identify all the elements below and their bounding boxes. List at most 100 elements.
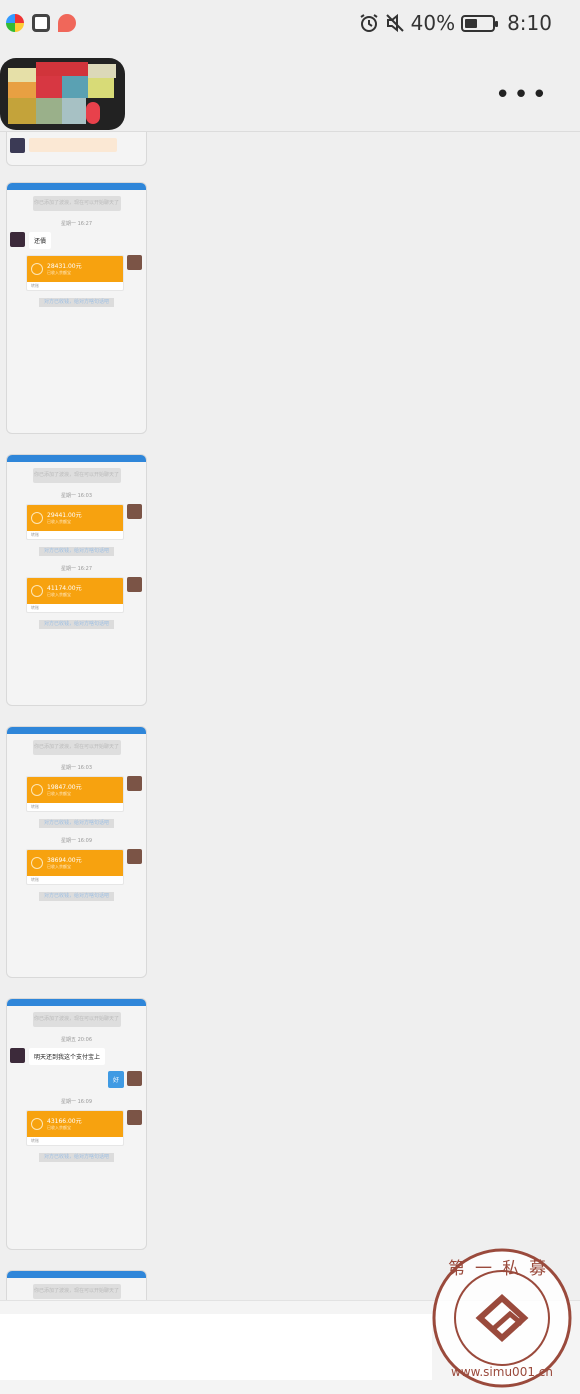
chat-screenshot[interactable]: 你已添加了波浪，现在可以开始聊天了星期一 16:03 19847.00元 已收入余额… — [6, 726, 147, 978]
transfer-row: 41174.00元 已收入余额宝转账 — [7, 577, 146, 615]
message-bubble — [29, 138, 117, 152]
screenshot-titlebar — [7, 183, 146, 190]
mute-icon — [385, 13, 404, 33]
battery-percent: 40% — [410, 11, 456, 35]
transfer-row: 43166.00元 已收入余额宝转账 — [7, 1110, 146, 1148]
avatar — [127, 1071, 142, 1086]
transfer-icon — [31, 512, 43, 524]
transfer-row: 38694.00元 已收入余额宝 转账 — [7, 849, 146, 887]
clock: 8:10 — [507, 11, 552, 35]
timestamp: 星期一 16:27 — [61, 566, 92, 572]
received-tip: 对方已收钱，给对方啥句话吧 — [39, 892, 114, 901]
transfer-amount: 43166.00元 — [47, 1117, 82, 1125]
chat-screenshot[interactable]: 你已添加了波浪，现在可以开始聊天了 — [6, 1270, 147, 1300]
transfer-status: 已收入余额宝 — [47, 863, 71, 869]
alarm-icon — [360, 14, 378, 32]
avatar — [127, 1110, 142, 1125]
transfer-card: 38694.00元 已收入余额宝 转账 — [26, 849, 124, 885]
received-tip: 对方已收钱，给对方啥句话吧 — [39, 620, 114, 629]
timestamp: 星期一 16:09 — [61, 838, 92, 844]
message-row: 明天还到我这个支付宝上 — [7, 1048, 146, 1066]
app-notification-icon — [32, 14, 50, 32]
location-notification-icon — [58, 14, 76, 32]
message-bubble: 明天还到我这个支付宝上 — [29, 1048, 106, 1065]
status-bar: 40% 8:10 — [0, 0, 580, 52]
system-message: 你已添加了波浪，现在可以开始聊天了 — [32, 1284, 121, 1299]
transfer-label: 转账 — [31, 605, 39, 610]
transfer-amount: 41174.00元 — [47, 584, 82, 592]
transfer-amount: 28431.00元 — [47, 262, 82, 270]
transfer-row: 28431.00元 已收入余额宝转账 — [7, 255, 146, 293]
screenshot-titlebar — [7, 455, 146, 462]
transfer-icon — [31, 263, 43, 275]
timestamp: 星期一 16:03 — [61, 493, 92, 499]
transfer-icon — [31, 1118, 43, 1130]
avatar — [127, 504, 142, 519]
screenshot-titlebar — [7, 999, 146, 1006]
chat-screenshot-partial[interactable] — [6, 132, 147, 166]
received-tip: 对方已收钱，给对方啥句话吧 — [39, 547, 114, 556]
transfer-label: 转账 — [31, 532, 39, 537]
transfer-status: 已收入余额宝 — [47, 518, 71, 524]
transfer-amount: 29441.00元 — [47, 511, 82, 519]
svg-text:第一私募: 第一私募 — [448, 1259, 556, 1279]
transfer-label: 转账 — [31, 1138, 39, 1143]
transfer-status: 已收入余额宝 — [47, 790, 71, 796]
avatar — [10, 1048, 25, 1063]
chat-screenshot[interactable]: 你已添加了波浪，现在可以开始聊天了星期一 16:03 29441.00元 已收入余额… — [6, 454, 147, 706]
transfer-card: 19847.00元 已收入余额宝转账 — [26, 776, 124, 812]
transfer-label: 转账 — [31, 877, 39, 882]
watermark-stamp: 第一私募 www.simu001.cn — [432, 1248, 572, 1388]
notification-icons — [6, 14, 76, 32]
transfer-amount: 19847.00元 — [47, 783, 82, 791]
transfer-icon — [31, 857, 43, 869]
transfer-row: 19847.00元 已收入余额宝转账 — [7, 776, 146, 814]
transfer-status: 已收入余额宝 — [47, 591, 71, 597]
status-right: 40% 8:10 — [359, 11, 552, 35]
screenshot-titlebar — [7, 1271, 146, 1278]
chat-header: ••• — [0, 52, 580, 132]
avatar — [127, 255, 142, 270]
chat-screenshot[interactable]: 你已添加了波浪，现在可以开始聊天了星期五 20:06 明天还到我这个支付宝上好星期… — [6, 998, 147, 1250]
battery-icon — [461, 14, 499, 32]
more-options-button[interactable]: ••• — [495, 80, 550, 110]
message-bubble: 好 — [107, 1071, 124, 1088]
svg-text:www.simu001.cn: www.simu001.cn — [451, 1365, 553, 1379]
transfer-status: 已收入余额宝 — [47, 1124, 71, 1130]
image-feed[interactable]: 你已添加了波浪，现在可以开始聊天了 星期一 16:27 还債 28431.00元 已收入… — [0, 132, 580, 1300]
transfer-label: 转账 — [31, 804, 39, 809]
chat-screenshot[interactable]: 你已添加了波浪，现在可以开始聊天了星期一 16:27 还債 28431.00元 已收入… — [6, 182, 147, 434]
system-message: 你已添加了波浪，现在可以开始聊天了 — [32, 1012, 121, 1027]
system-message: 你已添加了波浪，现在可以开始聊天了 — [32, 740, 121, 755]
message-row: 好 — [7, 1071, 146, 1089]
avatar — [127, 849, 142, 864]
transfer-status: 已收入余额宝 — [47, 269, 71, 275]
transfer-icon — [31, 585, 43, 597]
avatar — [10, 232, 25, 247]
system-message: 你已添加了波浪，现在可以开始聊天了 — [32, 468, 121, 483]
transfer-label: 转账 — [31, 283, 39, 288]
received-tip: 对方已收钱，给对方啥句话吧 — [39, 298, 114, 307]
transfer-card: 28431.00元 已收入余额宝转账 — [26, 255, 124, 291]
message-bubble: 还債 — [29, 232, 52, 249]
transfer-icon — [31, 784, 43, 796]
avatar — [127, 776, 142, 791]
timestamp: 星期五 20:06 — [61, 1037, 92, 1043]
app-notification-icon — [6, 14, 24, 32]
censored-avatar-mosaic — [0, 58, 125, 130]
system-message: 你已添加了波浪，现在可以开始聊天了 — [32, 196, 121, 211]
timestamp: 星期一 16:27 — [61, 221, 92, 227]
transfer-card: 29441.00元 已收入余额宝转账 — [26, 504, 124, 540]
timestamp: 星期一 16:09 — [61, 1099, 92, 1105]
received-tip: 对方已收钱，给对方啥句话吧 — [39, 1153, 114, 1162]
transfer-card: 43166.00元 已收入余额宝转账 — [26, 1110, 124, 1146]
screenshot-titlebar — [7, 727, 146, 734]
avatar — [127, 577, 142, 592]
message-row: 还債 — [7, 232, 146, 250]
avatar — [10, 138, 25, 153]
message-input[interactable] — [0, 1314, 432, 1380]
received-tip: 对方已收钱，给对方啥句话吧 — [39, 819, 114, 828]
transfer-card: 41174.00元 已收入余额宝转账 — [26, 577, 124, 613]
transfer-row: 29441.00元 已收入余额宝转账 — [7, 504, 146, 542]
timestamp: 星期一 16:03 — [61, 765, 92, 771]
